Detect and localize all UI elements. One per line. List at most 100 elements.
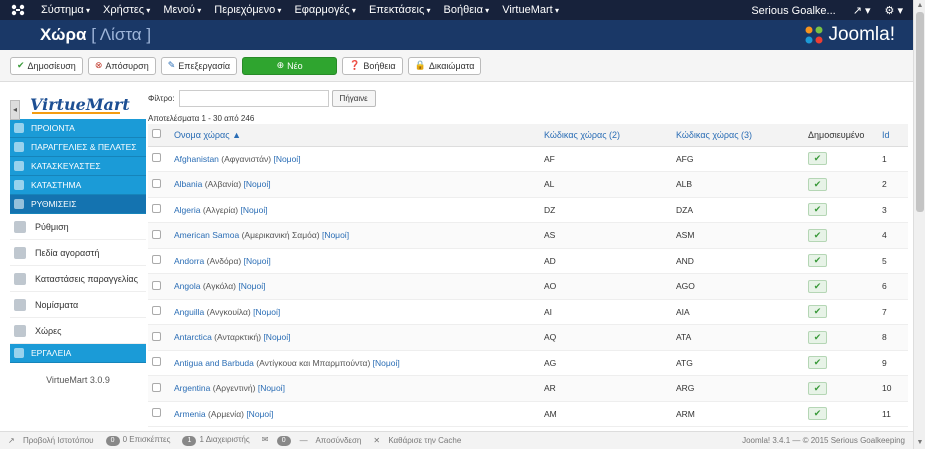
top-menu-item[interactable]: Βοήθεια (444, 4, 490, 16)
states-link[interactable]: [Νομοί] (244, 256, 271, 266)
states-link[interactable]: [Νομοί] (238, 281, 265, 291)
code3-cell: ARG (676, 375, 808, 402)
row-checkbox[interactable] (152, 178, 161, 188)
select-all-checkbox[interactable] (152, 129, 161, 139)
published-check-icon[interactable]: ✔ (808, 356, 827, 370)
country-name-link[interactable]: American Samoa (174, 230, 239, 240)
states-link[interactable]: [Νομοί] (373, 358, 400, 368)
published-check-icon[interactable]: ✔ (808, 152, 827, 166)
published-check-icon[interactable]: ✔ (808, 381, 827, 395)
top-menu-item[interactable]: Σύστημα (41, 4, 90, 16)
code3-cell: ASM (676, 222, 808, 249)
top-menu-item[interactable]: Εφαρμογές (294, 4, 356, 16)
logout-link[interactable]: — Αποσύνδεση (300, 436, 368, 445)
sidebar-item[interactable]: ΠΑΡΑΓΓΕΛΙΕΣ & ΠΕΛΑΤΕΣ (10, 138, 146, 157)
country-name-link[interactable]: Albania (174, 179, 202, 189)
row-checkbox[interactable] (152, 204, 161, 214)
row-checkbox[interactable] (152, 331, 161, 341)
page-scrollbar[interactable]: ▲ ▼ (913, 0, 925, 449)
row-checkbox[interactable] (152, 280, 161, 290)
row-checkbox[interactable] (152, 408, 161, 418)
table-row: Antarctica (Ανταρκτική) [Νομοί] AQ ATA ✔ 8 (148, 324, 908, 351)
col-code2[interactable]: Κώδικας χώρας (2) (544, 124, 676, 147)
states-link[interactable]: [Νομοί] (246, 409, 273, 419)
go-button[interactable]: Πήγαινε (331, 89, 376, 107)
published-check-icon[interactable]: ✔ (808, 203, 827, 217)
country-name-link[interactable]: Anguilla (174, 307, 204, 317)
top-menu-item[interactable]: Μενού (163, 4, 201, 16)
row-checkbox[interactable] (152, 255, 161, 265)
sidebar-toggle[interactable]: ◂ (10, 100, 20, 120)
joomla-icon[interactable] (11, 4, 25, 16)
states-link[interactable]: [Νομοί] (322, 230, 349, 240)
row-checkbox[interactable] (152, 229, 161, 239)
country-local-name: (Αλγερία) (202, 204, 239, 215)
sidebar-item-tools[interactable]: ΕΡΓΑΛΕΙΑ (10, 344, 146, 363)
country-name-link[interactable]: Armenia (174, 409, 206, 419)
published-check-icon[interactable]: ✔ (808, 228, 827, 242)
states-link[interactable]: [Νομοί] (263, 332, 290, 342)
sidebar-subitem[interactable]: Καταστάσεις παραγγελίας (10, 266, 146, 292)
sidebar-item[interactable]: ΚΑΤΑΣΤΗΜΑ (10, 176, 146, 195)
fields-icon (14, 246, 26, 259)
sidebar-subitem[interactable]: Πεδία αγοραστή (10, 240, 146, 266)
top-menu-item[interactable]: Περιεχόμενο (214, 4, 281, 16)
states-link[interactable]: [Νομοί] (273, 154, 300, 164)
gear-icon[interactable]: ⚙ ▾ (885, 4, 903, 17)
row-checkbox[interactable] (152, 153, 161, 163)
sidebar-subitem[interactable]: Νομίσματα (10, 292, 146, 318)
sidebar-item[interactable]: ΚΑΤΑΣΚΕΥΑΣΤΕΣ (10, 157, 146, 176)
edit-button[interactable]: ✎ Επεξεργασία (160, 56, 238, 75)
top-menu-item[interactable]: VirtueMart (502, 4, 559, 16)
permissions-button[interactable]: 🔒 Δικαιώματα (407, 56, 482, 75)
clear-cache-link[interactable]: ✕ Καθάρισε την Cache (373, 436, 467, 445)
col-code3[interactable]: Κώδικας χώρας (3) (676, 124, 808, 147)
published-check-icon[interactable]: ✔ (808, 254, 827, 268)
sidebar-subitem[interactable]: Χώρες (10, 318, 146, 344)
row-checkbox[interactable] (152, 382, 161, 392)
id-cell: 11 (882, 401, 908, 427)
code3-cell: ALB (676, 171, 808, 198)
country-name-cell: Albania (Αλβανία) [Νομοί] (174, 171, 544, 198)
help-button[interactable]: ❓ Βοήθεια (342, 56, 403, 75)
country-name-link[interactable]: Angola (174, 281, 200, 291)
row-checkbox[interactable] (152, 357, 161, 367)
sidebar-item[interactable]: ΠΡΟΙΟΝΤΑ (10, 119, 146, 138)
col-id[interactable]: Id (882, 124, 908, 147)
scroll-down-icon[interactable]: ▼ (914, 437, 925, 449)
new-button[interactable]: ⊕ Νέο (242, 56, 338, 75)
unpublish-button[interactable]: ⊗ Απόσυρση (87, 56, 156, 75)
published-check-icon[interactable]: ✔ (808, 305, 827, 319)
states-link[interactable]: [Νομοί] (240, 205, 267, 215)
published-check-icon[interactable]: ✔ (808, 177, 827, 191)
country-name-link[interactable]: Antigua and Barbuda (174, 358, 254, 368)
publish-button[interactable]: ✔ Δημοσίευση (10, 56, 83, 75)
published-check-icon[interactable]: ✔ (808, 407, 827, 421)
published-check-icon[interactable]: ✔ (808, 279, 827, 293)
country-name-link[interactable]: Argentina (174, 383, 210, 393)
scroll-up-icon[interactable]: ▲ (914, 0, 925, 12)
states-link[interactable]: [Νομοί] (253, 307, 280, 317)
col-country-name[interactable]: Ονομα χώρας ▲ (174, 124, 544, 147)
top-menu-item[interactable]: Χρήστες (103, 4, 150, 16)
country-name-link[interactable]: Algeria (174, 205, 200, 215)
messages-status[interactable]: ✉ 0 (262, 435, 294, 446)
virtuemart-logo: VirtueMart (10, 89, 146, 119)
country-name-link[interactable]: Andorra (174, 256, 204, 266)
country-name-link[interactable]: Afghanistan (174, 154, 219, 164)
plus-circle-icon: ⊕ (276, 60, 285, 70)
sidebar-item[interactable]: ΡΥΘΜΙΣΕΙΣ (10, 195, 146, 214)
filter-input[interactable] (178, 89, 329, 107)
country-name-link[interactable]: Antarctica (174, 332, 212, 342)
states-link[interactable]: [Νομοί] (258, 383, 285, 393)
top-menu-item[interactable]: Επεκτάσεις (369, 4, 431, 16)
col-published[interactable]: Δημοσιευμένο (808, 124, 882, 147)
row-checkbox[interactable] (152, 306, 161, 316)
view-site-link[interactable]: ↗ Προβολή Ιστοτόπου (8, 436, 100, 445)
states-link[interactable]: [Νομοί] (244, 179, 271, 189)
sidebar-subitem[interactable]: Ρύθμιση (10, 214, 146, 240)
table-header-row: Ονομα χώρας ▲ Κώδικας χώρας (2) Κώδικας … (148, 124, 908, 147)
user-menu[interactable]: Serious Goalke... ↗ ▾ (737, 4, 870, 17)
published-check-icon[interactable]: ✔ (808, 330, 827, 344)
scroll-thumb[interactable] (916, 12, 924, 212)
